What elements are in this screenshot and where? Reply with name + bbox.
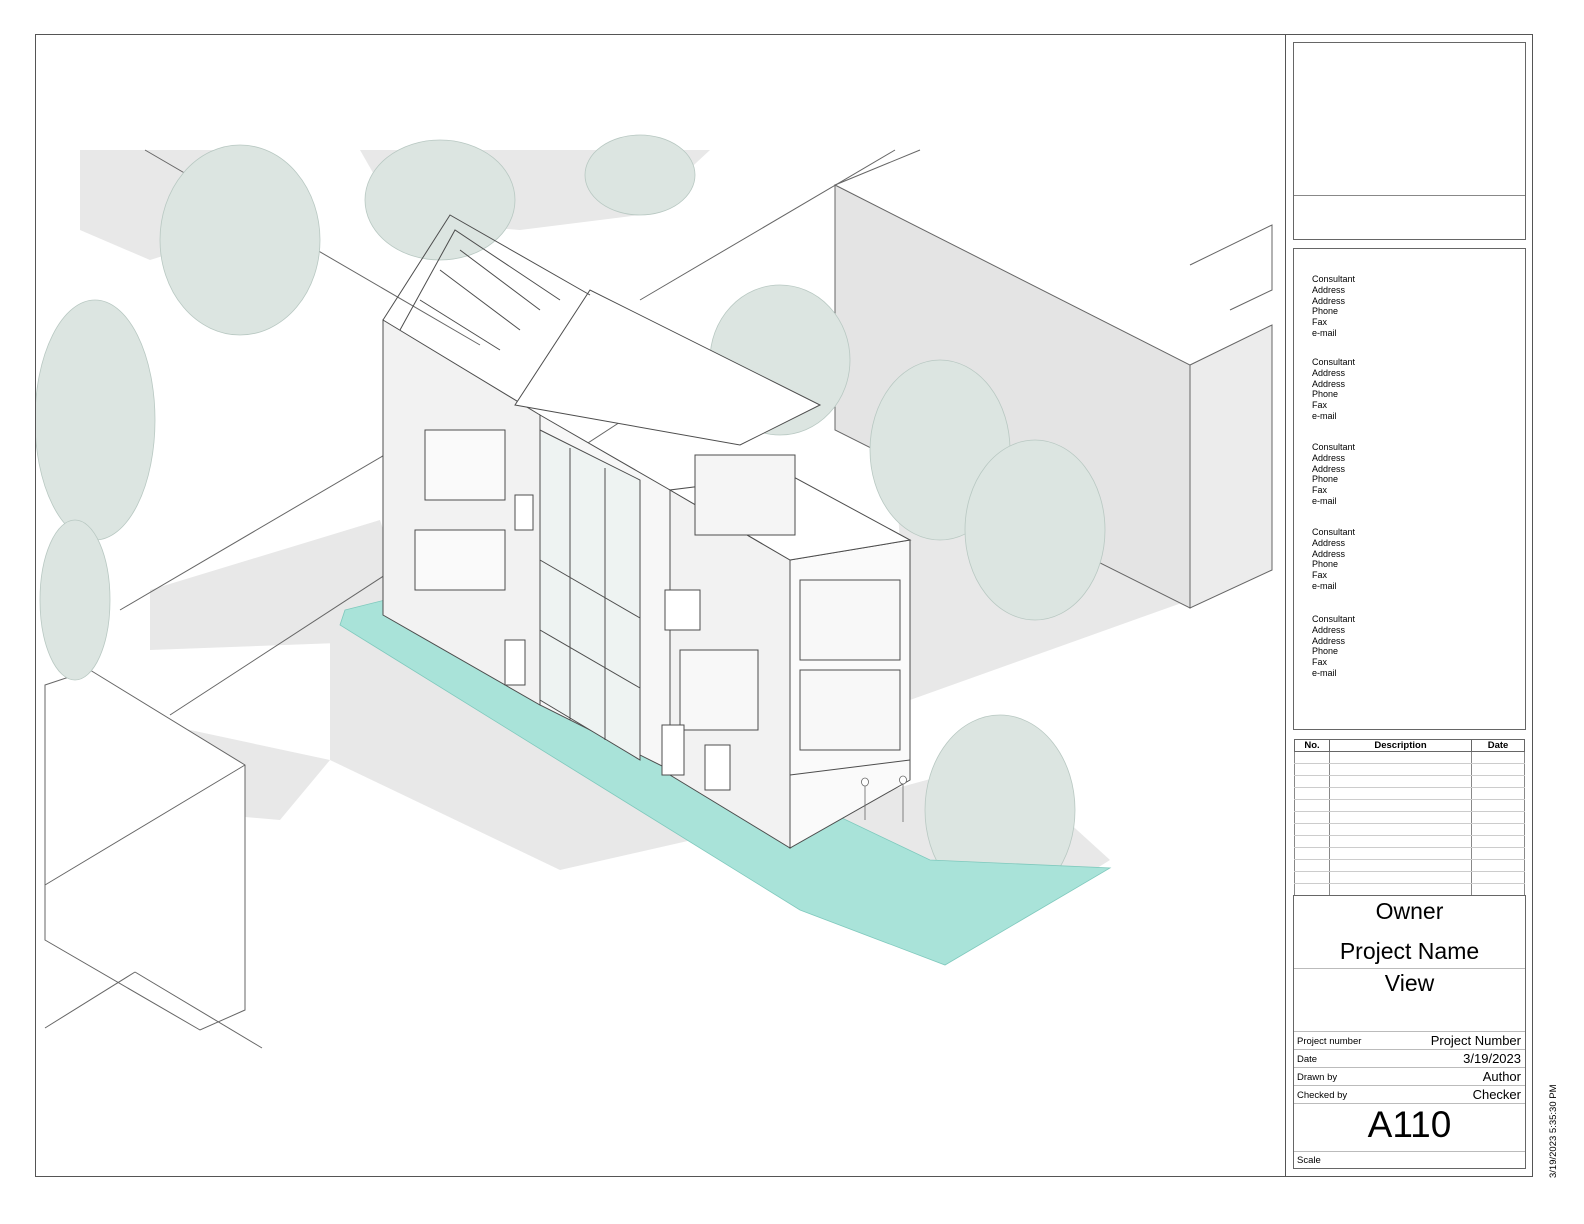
consultant-fax: Fax [1312, 570, 1328, 581]
consultant-email: e-mail [1312, 667, 1337, 678]
revision-description-header: Description [1329, 739, 1472, 752]
revision-table: No. Description Date [1294, 739, 1525, 896]
consultant-fax: Fax [1312, 317, 1328, 328]
consultant-address: Address [1312, 378, 1346, 389]
drawn-by-label: Drawn by [1297, 1072, 1338, 1083]
isometric-drawing [36, 134, 1273, 1049]
consultant-fax: Fax [1312, 400, 1328, 411]
titleblock-divider [1285, 35, 1286, 1176]
revision-row [1294, 787, 1525, 800]
consultant-entry: Consultant Address Address Phone Fax e-m… [1312, 527, 1355, 592]
drawn-by-row: Drawn by Author [1294, 1067, 1525, 1085]
checked-by-label: Checked by [1297, 1090, 1348, 1101]
title-divider [1294, 968, 1525, 969]
revision-row [1294, 775, 1525, 788]
project-number-value: Project Number [1430, 1033, 1521, 1048]
revision-row [1294, 847, 1525, 860]
drawn-by-value: Author [1482, 1069, 1521, 1084]
consultant-entry: Consultant Address Address Phone Fax e-m… [1312, 357, 1355, 422]
consultant-name: Consultant [1312, 614, 1356, 624]
revision-header-row: No. Description Date [1294, 739, 1525, 752]
title-block: Owner Project Name View Project number P… [1293, 895, 1526, 1169]
consultant-address: Address [1312, 548, 1346, 559]
project-number-label: Project number [1297, 1036, 1362, 1047]
revision-no-header: No. [1294, 739, 1330, 752]
consultant-name: Consultant [1312, 442, 1356, 452]
consultant-address: Address [1312, 367, 1346, 378]
consultant-phone: Phone [1312, 559, 1339, 570]
consultant-phone: Phone [1312, 306, 1339, 317]
sheet-number: A110 [1367, 1104, 1452, 1145]
consultant-phone: Phone [1312, 646, 1339, 657]
date-label: Date [1297, 1054, 1318, 1065]
revision-row [1294, 763, 1525, 776]
stamp-divider [1294, 195, 1525, 196]
checked-by-row: Checked by Checker [1294, 1085, 1525, 1103]
view-name: View [1384, 970, 1435, 996]
consultant-address: Address [1312, 284, 1346, 295]
consultant-email: e-mail [1312, 495, 1337, 506]
consultant-fax: Fax [1312, 485, 1328, 496]
drawing-viewport[interactable] [36, 35, 1285, 1176]
consultant-email: e-mail [1312, 580, 1337, 591]
owner-name: Owner [1375, 898, 1444, 924]
consultant-name: Consultant [1312, 527, 1356, 537]
stamp-box [1293, 42, 1526, 240]
consultant-name: Consultant [1312, 274, 1356, 284]
consultant-address: Address [1312, 537, 1346, 548]
consultant-entry: Consultant Address Address Phone Fax e-m… [1312, 274, 1355, 339]
revision-row [1294, 823, 1525, 836]
consultant-phone: Phone [1312, 389, 1339, 400]
revision-row [1294, 751, 1525, 764]
consultant-address: Address [1312, 295, 1346, 306]
print-timestamp: 3/19/2023 5:35:30 PM [1548, 1084, 1559, 1179]
consultant-phone: Phone [1312, 474, 1339, 485]
consultant-email: e-mail [1312, 327, 1337, 338]
consultant-entry: Consultant Address Address Phone Fax e-m… [1312, 614, 1355, 679]
date-value: 3/19/2023 [1463, 1051, 1521, 1066]
revision-row [1294, 835, 1525, 848]
revision-row [1294, 811, 1525, 824]
revision-row [1294, 883, 1525, 896]
checked-by-value: Checker [1472, 1087, 1521, 1102]
consultant-address: Address [1312, 452, 1346, 463]
revision-row [1294, 799, 1525, 812]
consultant-entry: Consultant Address Address Phone Fax e-m… [1312, 442, 1355, 507]
project-name: Project Name [1339, 938, 1480, 964]
revision-date-header: Date [1471, 739, 1525, 752]
consultant-address: Address [1312, 635, 1346, 646]
consultants-box: Consultant Address Address Phone Fax e-m… [1293, 248, 1526, 730]
consultant-name: Consultant [1312, 357, 1356, 367]
scale-label: Scale [1297, 1155, 1321, 1166]
revision-row [1294, 859, 1525, 872]
revision-row [1294, 871, 1525, 884]
consultant-fax: Fax [1312, 657, 1328, 668]
consultant-address: Address [1312, 624, 1346, 635]
consultant-address: Address [1312, 463, 1346, 474]
project-number-row: Project number Project Number [1294, 1031, 1525, 1049]
date-row: Date 3/19/2023 [1294, 1049, 1525, 1067]
consultant-email: e-mail [1312, 410, 1337, 421]
scale-divider [1294, 1151, 1525, 1152]
